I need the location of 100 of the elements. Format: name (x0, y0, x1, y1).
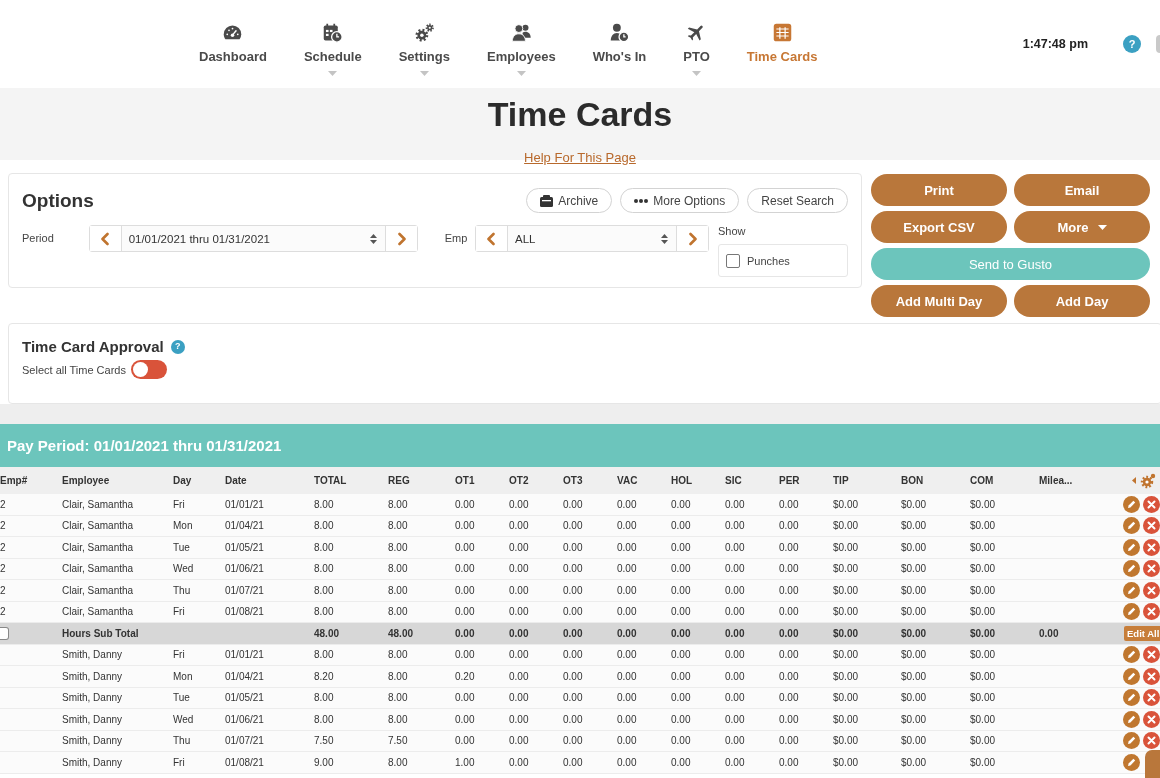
checkbox[interactable] (726, 253, 740, 268)
nav-item[interactable]: Schedule (303, 22, 362, 76)
table-cell-text: 2 (0, 498, 7, 510)
table-cell-text: 0.00 (671, 498, 692, 510)
table-cell-text: 0.00 (779, 606, 800, 618)
option-button[interactable]: Archive (526, 188, 613, 213)
edit-pencil-icon[interactable] (1123, 753, 1140, 771)
table-cell-text: 0.00 (455, 649, 476, 661)
action-button[interactable]: Print (871, 174, 1007, 206)
delete-x-icon[interactable] (1143, 603, 1160, 621)
table-cell-text: 0.00 (779, 627, 800, 639)
edit-pencil-icon[interactable] (1123, 560, 1140, 578)
table-cell-text: 0.00 (563, 584, 584, 596)
table-cell-text: $0.00 (833, 520, 860, 532)
nav-item[interactable]: Employees (487, 22, 556, 76)
table-cell-text: 0.00 (509, 606, 530, 618)
table-cell-text: Fri (173, 649, 186, 661)
table-cell-text: 8.00 (314, 584, 335, 596)
action-button[interactable]: More (1014, 211, 1150, 243)
table-cell-text: 0.00 (509, 692, 530, 704)
table-cell-text: 0.00 (563, 670, 584, 682)
table-cell-text: Smith, Danny (62, 735, 124, 747)
action-button[interactable]: Email (1014, 174, 1150, 206)
table-cell-text: 8.00 (314, 606, 335, 618)
table-cell-text: 0.00 (725, 627, 746, 639)
table-cell-text: 01/07/21 (225, 584, 265, 596)
table-cell-text: 01/04/21 (225, 520, 265, 532)
table-cell-text: Fri (173, 606, 186, 618)
row-checkbox[interactable] (0, 626, 9, 640)
nav-item[interactable]: Time Cards (746, 22, 818, 64)
table-cell-text: Mon (173, 670, 194, 682)
action-button[interactable]: Add Day (1014, 285, 1150, 317)
table-cell-text: $0.00 (901, 563, 928, 575)
edit-pencil-icon[interactable] (1123, 581, 1140, 599)
table-cell-text: 2 (0, 606, 7, 618)
pay-period-title: Pay Period: 01/01/2021 thru 01/31/2021 (0, 424, 1160, 467)
table-icon (771, 22, 793, 43)
floating-tab[interactable] (1145, 750, 1160, 778)
table-cell-text: $0.00 (833, 606, 860, 618)
edit-pencil-icon[interactable] (1123, 646, 1140, 664)
edit-pencil-icon[interactable] (1123, 495, 1140, 513)
gears-icon (413, 22, 435, 43)
edit-pencil-icon[interactable] (1123, 517, 1140, 535)
delete-x-icon[interactable] (1143, 538, 1160, 556)
table-cell-text: 0.00 (509, 627, 530, 639)
action-button[interactable]: Add Multi Day (871, 285, 1007, 317)
edit-pencil-icon[interactable] (1123, 689, 1140, 707)
nav-item[interactable]: Who's In (592, 22, 647, 64)
table-cell-text: 0.00 (509, 584, 530, 596)
delete-x-icon[interactable] (1143, 689, 1160, 707)
nav-item[interactable]: Settings (398, 22, 450, 76)
table-cell-text: 8.00 (314, 520, 335, 532)
edit-pencil-icon[interactable] (1123, 667, 1140, 685)
table-cell-text: 0.00 (725, 713, 746, 725)
action-button[interactable]: Export CSV (871, 211, 1007, 243)
table-cell-text: Smith, Danny (62, 756, 124, 768)
column-header: TIP (833, 475, 850, 486)
delete-x-icon[interactable] (1143, 560, 1160, 578)
show-label: Show (718, 225, 746, 237)
option-button[interactable]: More Options (620, 188, 740, 213)
delete-x-icon[interactable] (1143, 646, 1160, 664)
table-cell-text: 0.00 (563, 713, 584, 725)
edit-pencil-icon[interactable] (1123, 710, 1140, 728)
table-cell-text: 0.00 (671, 649, 692, 661)
table-cell-text: $0.00 (901, 606, 928, 618)
column-header: Date (225, 475, 248, 486)
table-cell-text: $0.00 (970, 584, 997, 596)
option-button[interactable]: Reset Search (747, 188, 848, 213)
edit-pencil-icon[interactable] (1123, 732, 1140, 750)
people-icon (510, 22, 532, 43)
edit-pencil-icon[interactable] (1123, 603, 1140, 621)
table-cell-text: 2 (0, 563, 7, 575)
table-cell-text: 0.00 (509, 498, 530, 510)
gear-icon[interactable] (1140, 472, 1156, 489)
delete-x-icon[interactable] (1143, 495, 1160, 513)
table-cell-text: 0.00 (725, 606, 746, 618)
table-cell-text: 0.00 (671, 692, 692, 704)
table-cell-text: Clair, Samantha (62, 520, 135, 532)
checkbox-label[interactable]: Punches (747, 254, 790, 267)
table-cell-text: 0.00 (455, 520, 476, 532)
nav-item[interactable]: Dashboard (199, 22, 267, 64)
help-link[interactable]: Help For This Page (524, 150, 636, 165)
table-cell-text: 8.00 (314, 563, 335, 575)
table-cell-text: 0.00 (725, 735, 746, 747)
column-header: COM (970, 475, 995, 486)
table-cell-text: 0.00 (563, 649, 584, 661)
delete-x-icon[interactable] (1143, 517, 1160, 535)
table-cell-text: Smith, Danny (62, 692, 124, 704)
edit-pencil-icon[interactable] (1123, 538, 1140, 556)
delete-x-icon[interactable] (1143, 710, 1160, 728)
delete-x-icon[interactable] (1143, 732, 1160, 750)
period-label: Period (22, 231, 55, 244)
table-cell-text: 0.00 (725, 563, 746, 575)
toggle-switch[interactable] (130, 360, 167, 379)
delete-x-icon[interactable] (1143, 667, 1160, 685)
caret-down-icon (1097, 224, 1107, 230)
caret-left-icon[interactable] (1132, 477, 1136, 484)
table-cell-text: 01/07/21 (225, 735, 265, 747)
nav-item[interactable]: PTO (683, 22, 710, 76)
delete-x-icon[interactable] (1143, 581, 1160, 599)
